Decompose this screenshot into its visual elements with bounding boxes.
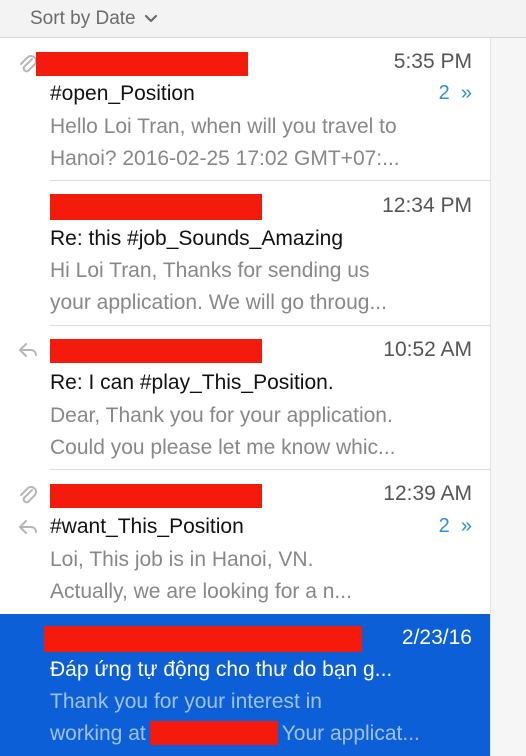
scrollbar[interactable] xyxy=(490,38,526,756)
sender-redacted xyxy=(50,484,262,508)
sender-redacted xyxy=(50,339,262,363)
message-preview-line: Hi Loi Tran, Thanks for sending us xyxy=(50,259,370,282)
message-item[interactable]: 5:35 PM #open_Position 2 » Hello Loi Tra… xyxy=(0,38,490,181)
message-item[interactable]: 12:34 PM Re: this #job_Sounds_Amazing Hi… xyxy=(0,181,490,326)
double-chevron-right-icon: » xyxy=(455,515,472,537)
thread-count-badge[interactable]: 2 » xyxy=(439,82,472,105)
thread-count: 2 xyxy=(438,515,450,537)
recipient-redacted xyxy=(149,721,278,745)
sender-redacted xyxy=(44,626,362,652)
message-time: 10:52 AM xyxy=(383,338,472,361)
message-time: 12:34 PM xyxy=(382,194,472,217)
reply-arrow-icon xyxy=(19,343,37,357)
message-list[interactable]: 5:35 PM #open_Position 2 » Hello Loi Tra… xyxy=(0,38,490,756)
message-preview-line: Actually, we are looking for a n... xyxy=(50,580,352,603)
sender-redacted xyxy=(50,194,262,220)
sort-by-date-control[interactable]: Sort by Date xyxy=(0,0,526,38)
message-time: 2/23/16 xyxy=(401,626,472,649)
message-item[interactable]: 10:52 AM Re: I can #play_This_Position. … xyxy=(0,326,490,470)
message-preview-line: Loi, This job is in Hanoi, VN. xyxy=(50,548,314,571)
message-preview-line: your application. We will go throug... xyxy=(50,291,387,314)
message-item[interactable]: 12:39 AM #want_This_Position 2 » Loi, Th… xyxy=(0,470,490,614)
message-time: 5:35 PM xyxy=(393,50,472,73)
paperclip-icon xyxy=(20,486,37,504)
double-chevron-right-icon: » xyxy=(455,82,472,104)
message-preview-line: Thank you for your interest in xyxy=(50,690,322,713)
thread-count-badge[interactable]: 2 » xyxy=(439,515,472,538)
chevron-down-icon xyxy=(144,14,157,22)
message-subject: #open_Position xyxy=(50,82,195,105)
message-item-selected[interactable]: 2/23/16 Đáp ứng tự động cho thư do bạn g… xyxy=(0,614,490,756)
message-preview-line: Dear, Thank you for your application. xyxy=(50,404,393,427)
message-subject: Re: this #job_Sounds_Amazing xyxy=(50,227,344,250)
sender-redacted xyxy=(36,52,248,76)
message-subject: #want_This_Position xyxy=(50,515,244,538)
sort-label: Sort by Date xyxy=(30,7,136,29)
message-preview-line: Hello Loi Tran, when will you travel to xyxy=(50,115,397,138)
message-subject: Re: I can #play_This_Position. xyxy=(50,371,334,394)
preview-text: working at xyxy=(50,722,146,745)
reply-arrow-icon xyxy=(19,520,37,534)
thread-count: 2 xyxy=(438,82,450,104)
message-preview-line: Hanoi? 2016-02-25 17:02 GMT+07:... xyxy=(50,147,400,170)
message-subject: Đáp ứng tự động cho thư do bạn g... xyxy=(50,658,393,681)
preview-text: Your applicat... xyxy=(281,722,420,745)
message-preview-line: working at Your applicat... xyxy=(50,718,470,750)
message-preview-line: Could you please let me know whic... xyxy=(50,436,396,459)
message-time: 12:39 AM xyxy=(383,482,472,505)
